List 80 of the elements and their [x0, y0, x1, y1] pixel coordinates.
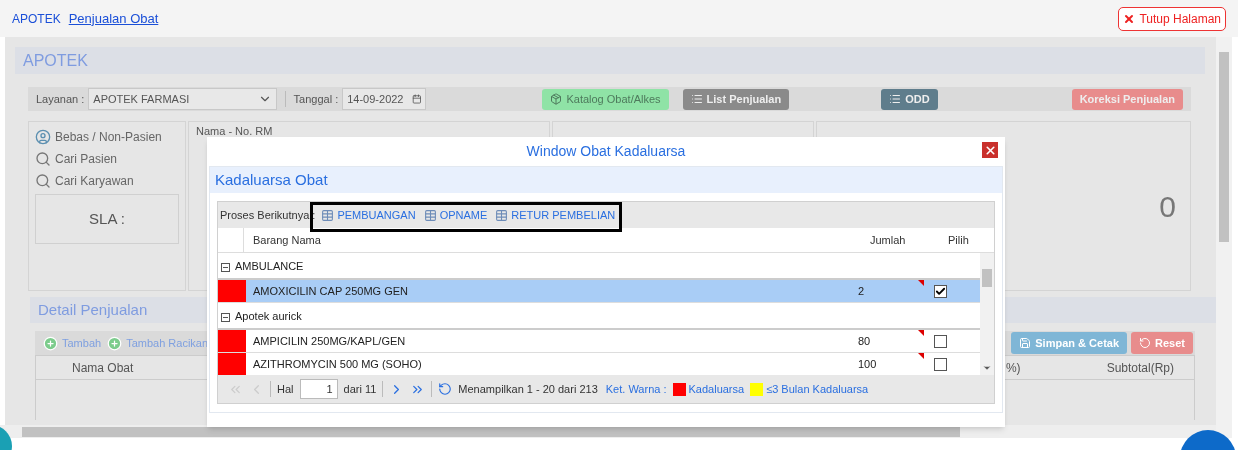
corner-marker-icon	[918, 280, 924, 286]
close-page-button[interactable]: Tutup Halaman	[1118, 6, 1226, 31]
date-label: Tanggal :	[293, 91, 339, 107]
column-header: %)	[1005, 359, 1021, 377]
table-icon	[495, 208, 509, 222]
vertical-scrollbar[interactable]	[1216, 37, 1232, 438]
scroll-down-icon	[982, 363, 992, 373]
scrollbar-thumb[interactable]	[982, 269, 992, 287]
action-button[interactable]: Simpan & Cetak	[1011, 332, 1128, 354]
table-cell-text: 100	[858, 356, 878, 372]
corner-marker-icon	[918, 330, 924, 336]
process-label: Proses Berikutnya :	[220, 207, 316, 223]
patient-action-link[interactable]: Cari Karyawan	[35, 172, 179, 190]
table-cell-text: AMOXICILIN CAP 250MG GEN	[252, 283, 410, 299]
person-icon	[35, 129, 51, 145]
column-header: Pilih	[947, 232, 969, 248]
date-field[interactable]: 14-09-2022	[342, 88, 427, 110]
list-icon	[690, 93, 703, 105]
search-icon	[35, 151, 51, 167]
plus-icon	[107, 335, 123, 351]
toolbar-button[interactable]: List Penjualan	[682, 88, 790, 110]
process-button[interactable]: OPNAME	[423, 206, 488, 224]
search-icon	[35, 173, 51, 189]
page-input[interactable]: 1	[299, 379, 338, 399]
page-count: dari 11	[343, 381, 377, 397]
modal-title: Window Obat Kadaluarsa	[526, 142, 686, 161]
process-button[interactable]: RETUR PEMBELIAN	[495, 206, 616, 224]
legend-text: Kadaluarsa	[688, 381, 745, 397]
list-icon	[889, 93, 902, 105]
service-select[interactable]: APOTEK FARMASI	[88, 88, 277, 110]
toolbar-button[interactable]: ODD	[881, 88, 938, 110]
panel-title: Kadaluarsa Obat	[215, 169, 328, 190]
table-row[interactable]: AMPICILIN 250MG/KAPL/GEN 80	[218, 330, 980, 353]
patient-action-link[interactable]: Bebas / Non-Pasien	[35, 128, 179, 146]
table-cell-text: AZITHROMYCIN 500 MG (SOHO)	[252, 356, 423, 372]
table-icon	[321, 208, 335, 222]
vertical-scrollbar[interactable]	[980, 253, 994, 375]
legend-text: ≤3 Bulan Kadaluarsa	[766, 381, 869, 397]
table-cell-text: 80	[858, 333, 872, 349]
close-icon	[1123, 12, 1136, 25]
plus-icon	[43, 335, 58, 351]
checkbox[interactable]	[934, 357, 947, 371]
table-icon	[423, 208, 437, 222]
page-label: Hal	[277, 381, 294, 397]
save-icon	[1019, 337, 1032, 349]
table-row[interactable]: AMOXICILIN CAP 250MG GEN 2	[218, 280, 980, 303]
action-button[interactable]: Reset	[1131, 332, 1193, 354]
collapse-icon[interactable]	[221, 313, 230, 322]
panel-title: APOTEK	[23, 50, 88, 71]
info-label: Nama - No. RM	[196, 124, 273, 139]
sla-label: SLA :	[89, 208, 125, 229]
detail-title: Detail Penjualan	[38, 299, 148, 320]
group-label: AMBULANCE	[235, 258, 304, 274]
table-cell-text: 2	[858, 283, 866, 299]
calendar-icon	[411, 93, 422, 105]
total-value: 0	[1159, 188, 1176, 225]
service-label: Layanan :	[36, 91, 85, 107]
patient-action-link[interactable]: Cari Pasien	[35, 150, 179, 168]
column-header: Jumlah	[869, 232, 907, 248]
toolbar-button[interactable]: Katalog Obat/Alkes	[542, 88, 669, 110]
breadcrumb-link[interactable]: APOTEK	[12, 9, 61, 28]
box-icon	[550, 93, 563, 105]
group-label: Apotek aurick	[235, 308, 302, 324]
refresh-icon[interactable]	[438, 382, 453, 396]
breadcrumb-link[interactable]: Penjualan Obat	[68, 8, 159, 29]
record-summary: Menampilkan 1 - 20 dari 213	[458, 381, 598, 397]
column-header: Subtotal(Rp)	[1106, 359, 1174, 377]
checkbox[interactable]	[934, 334, 947, 348]
process-button[interactable]: PEMBUANGAN	[321, 206, 416, 224]
check-icon	[935, 285, 946, 297]
reset-icon	[1139, 337, 1152, 349]
corner-marker-icon	[918, 353, 924, 359]
column-header: Nama Obat	[72, 359, 134, 377]
close-icon	[983, 143, 997, 157]
table-cell-text: AMPICILIN 250MG/KAPL/GEN	[252, 333, 407, 349]
column-header: Barang Nama	[252, 232, 322, 248]
close-button[interactable]	[982, 142, 998, 158]
legend-label: Ket. Warna :	[605, 381, 667, 397]
collapse-icon[interactable]	[221, 263, 230, 272]
checkbox[interactable]	[934, 284, 947, 298]
